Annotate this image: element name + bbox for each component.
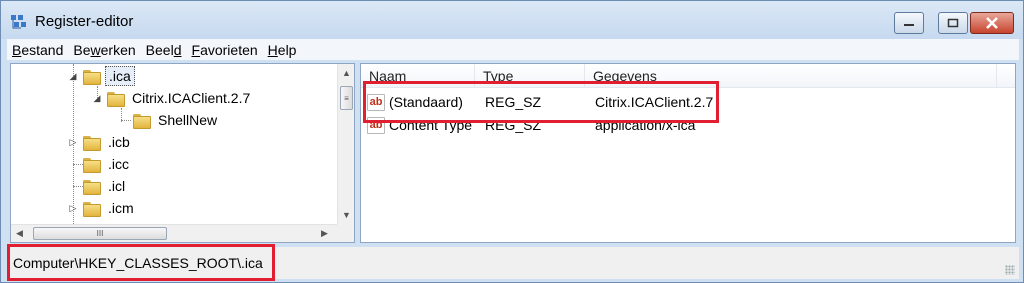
menu-favorieten[interactable]: Favorieten: [187, 40, 263, 60]
value-type: REG_SZ: [485, 117, 542, 133]
tree-node-label: Citrix.ICAClient.2.7: [132, 90, 251, 106]
folder-icon: [83, 178, 101, 195]
tree-node-label: .ica: [105, 66, 135, 86]
scroll-right-icon[interactable]: ▶: [321, 228, 328, 239]
minimize-button[interactable]: [894, 12, 924, 34]
tree-node-citrix-icaclient[interactable]: ◢ Citrix.ICAClient.2.7: [91, 87, 253, 109]
title-bar[interactable]: Register-editor: [1, 1, 1023, 39]
menu-bewerken[interactable]: Bewerken: [68, 40, 140, 60]
maximize-button[interactable]: [938, 12, 968, 34]
tree-node-expander: [67, 158, 79, 170]
scroll-down-icon[interactable]: ▼: [342, 210, 351, 220]
window-title: Register-editor: [35, 13, 134, 30]
key-tree-pane[interactable]: ◢ .ica ◢ Citrix.ICAClient.2.7 ShellNew ▷…: [10, 63, 355, 243]
menu-help[interactable]: Help: [263, 40, 302, 60]
column-header-type[interactable]: Type: [475, 64, 585, 88]
expanded-arrow-icon[interactable]: ◢: [67, 70, 79, 82]
registry-editor-window: Register-editor Bestand Bewerken Beeld F…: [0, 0, 1024, 283]
tree-node-icl[interactable]: .icl: [67, 175, 128, 197]
folder-icon: [107, 90, 125, 107]
tree-node-icb[interactable]: ▷ .icb: [67, 131, 133, 153]
collapsed-arrow-icon[interactable]: ▷: [67, 136, 79, 148]
tree-node-label: ShellNew: [158, 112, 218, 128]
close-icon: [986, 17, 998, 29]
folder-icon: [83, 200, 101, 217]
column-header-name[interactable]: Naam: [361, 64, 475, 88]
tree-node-label: .icb: [108, 134, 130, 150]
tree-node-label: .icm: [108, 200, 134, 216]
scroll-up-icon[interactable]: ▲: [342, 68, 351, 78]
value-name: (Standaard): [389, 94, 463, 110]
status-bar: Computer\HKEY_CLASSES_ROOT\.ica: [7, 247, 1019, 279]
tree-node-expander: [117, 114, 129, 126]
folder-icon: [83, 134, 101, 151]
key-path: Computer\HKEY_CLASSES_ROOT\.ica: [13, 255, 263, 271]
tree-vertical-scrollbar[interactable]: ▲ ≡ ▼: [337, 64, 354, 224]
value-data: application/x-ica: [595, 117, 696, 133]
string-value-icon: ab: [367, 117, 385, 134]
value-type: REG_SZ: [485, 94, 542, 110]
scroll-thumb[interactable]: III: [33, 227, 167, 240]
tree-node-icc[interactable]: .icc: [67, 153, 132, 175]
tree-node-expander: [67, 180, 79, 192]
close-button[interactable]: [970, 12, 1014, 34]
value-row[interactable]: ab (Standaard) REG_SZ Citrix.ICAClient.2…: [361, 92, 1001, 114]
menu-beeld[interactable]: Beeld: [141, 40, 187, 60]
folder-icon: [133, 112, 151, 129]
value-name: Content Type: [389, 117, 473, 133]
tree-node-label: .icc: [108, 156, 129, 172]
values-list-pane[interactable]: Naam Type Gegevens ab (Standaard) REG_SZ…: [360, 63, 1016, 243]
scroll-left-icon[interactable]: ◀: [16, 228, 23, 239]
minimize-icon: [904, 24, 914, 26]
scroll-thumb[interactable]: ≡: [340, 86, 353, 110]
expanded-arrow-icon[interactable]: ◢: [91, 92, 103, 104]
maximize-icon: [947, 18, 959, 28]
folder-icon: [83, 156, 101, 173]
resize-grip-icon[interactable]: [1005, 265, 1015, 275]
registry-editor-icon: [11, 15, 26, 29]
tree-node-ica[interactable]: ◢ .ica: [67, 65, 135, 87]
value-row[interactable]: ab Content Type REG_SZ application/x-ica: [361, 115, 1001, 137]
string-value-icon: ab: [367, 94, 385, 111]
tree-node-shellnew[interactable]: ShellNew: [117, 109, 220, 131]
tree-node-label: .icl: [108, 178, 126, 194]
tree-horizontal-scrollbar[interactable]: ◀ III ▶: [11, 224, 337, 242]
folder-icon: [83, 68, 101, 85]
menu-bar: Bestand Bewerken Beeld Favorieten Help: [7, 39, 1019, 60]
tree-node-icm[interactable]: ▷ .icm: [67, 197, 137, 219]
menu-bestand[interactable]: Bestand: [7, 40, 68, 60]
collapsed-arrow-icon[interactable]: ▷: [67, 202, 79, 214]
scroll-corner: [337, 224, 354, 242]
value-data: Citrix.ICAClient.2.7: [595, 94, 714, 110]
column-header-data[interactable]: Gegevens: [585, 64, 997, 88]
